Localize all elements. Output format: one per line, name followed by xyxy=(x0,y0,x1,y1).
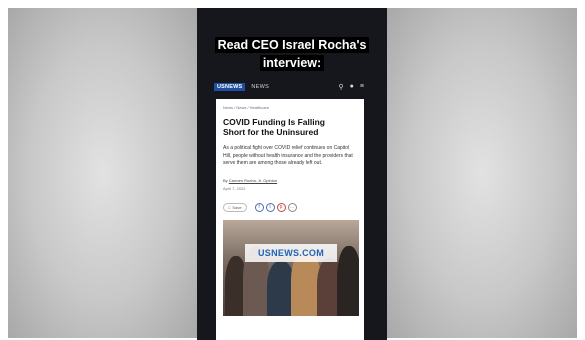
video-frame: Read CEO Israel Rocha's interview: USNEW… xyxy=(0,0,585,340)
more-icon[interactable]: … xyxy=(287,202,297,212)
caption-line-1: Read CEO Israel Rocha's xyxy=(214,37,370,53)
site-logo[interactable]: USNEWS xyxy=(214,83,246,91)
author-link[interactable]: Carmen Rocha, Jr. Opinion xyxy=(229,178,277,183)
story-caption: Read CEO Israel Rocha's interview: xyxy=(203,36,381,72)
article-headline: COVID Funding Is Falling Short for the U… xyxy=(223,117,325,137)
photo-watermark: USNEWS.COM xyxy=(245,243,337,262)
save-button-label: Save xyxy=(232,204,242,210)
user-icon[interactable]: ● xyxy=(350,83,354,91)
byline-prefix: By xyxy=(223,177,228,183)
share-row: □ Save f t p … xyxy=(223,202,357,212)
facebook-icon[interactable]: f xyxy=(254,202,264,212)
twitter-icon[interactable]: t xyxy=(265,202,275,212)
nav-icons: ⚲ ● ≡ xyxy=(339,83,364,91)
menu-icon[interactable]: ≡ xyxy=(360,83,364,91)
article-dek: As a political fight over COVID relief c… xyxy=(223,145,353,166)
pinterest-icon[interactable]: p xyxy=(276,202,286,212)
save-button[interactable]: □ Save xyxy=(223,202,247,212)
phone-screen: Read CEO Israel Rocha's interview: USNEW… xyxy=(197,8,387,340)
section-label[interactable]: NEWS xyxy=(251,84,269,90)
site-navbar: USNEWS NEWS ⚲ ● ≡ xyxy=(211,80,367,94)
bookmark-icon: □ xyxy=(228,204,231,210)
search-icon[interactable]: ⚲ xyxy=(339,83,344,91)
caption-line-2: interview: xyxy=(259,55,325,71)
article-date: April 7, 2022 xyxy=(223,185,246,191)
breadcrumb[interactable]: News / News / Healthcare xyxy=(223,105,357,110)
article-card: News / News / Healthcare COVID Funding I… xyxy=(216,99,364,340)
blurred-background-left xyxy=(8,8,198,338)
photo-figure xyxy=(337,245,359,316)
blurred-background-right xyxy=(387,8,577,338)
article-byline: By Carmen Rocha, Jr. Opinion xyxy=(223,178,357,183)
article-photo: USNEWS.COM xyxy=(223,219,359,316)
